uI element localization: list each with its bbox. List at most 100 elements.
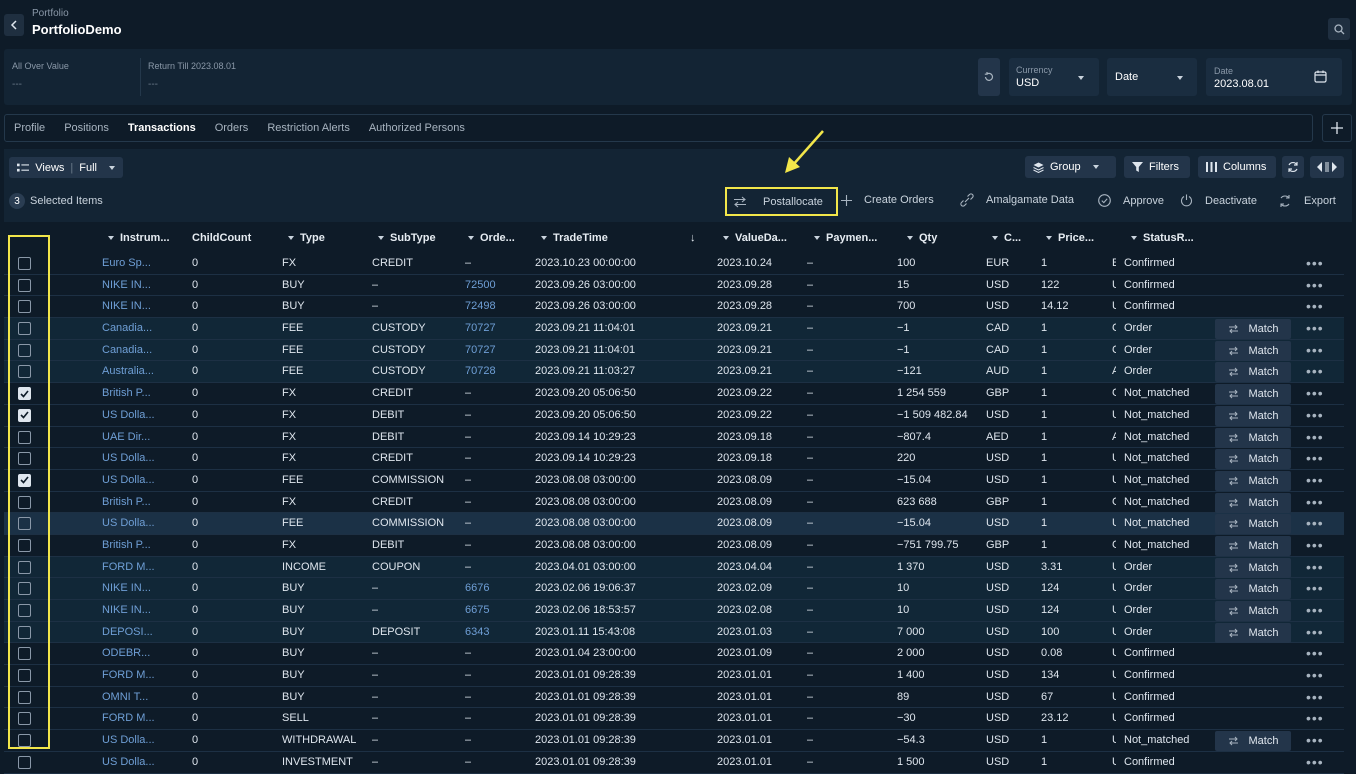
instrument-cell[interactable]: US Dolla... xyxy=(102,474,184,486)
row-more-icon[interactable]: ••• xyxy=(1306,515,1324,531)
table-row[interactable]: Euro Sp... 0 FX CREDIT – 2023.10.23 00:00:00 2… xyxy=(4,253,1344,275)
col-type[interactable]: Type xyxy=(288,232,325,244)
add-tab-button[interactable] xyxy=(1322,114,1352,142)
filters-button[interactable]: Filters xyxy=(1124,156,1190,178)
match-button[interactable]: Match xyxy=(1215,601,1291,621)
row-more-icon[interactable]: ••• xyxy=(1306,732,1324,748)
row-more-icon[interactable]: ••• xyxy=(1306,559,1324,575)
instrument-cell[interactable]: British P... xyxy=(102,387,184,399)
match-button[interactable]: Match xyxy=(1215,579,1291,600)
instrument-cell[interactable]: NIKE IN... xyxy=(102,604,184,616)
order-cell[interactable]: 70727 xyxy=(465,344,496,356)
instrument-cell[interactable]: FORD M... xyxy=(102,712,184,724)
col-status[interactable]: StatusR... xyxy=(1131,232,1194,244)
match-button[interactable]: Match xyxy=(1215,557,1291,578)
deactivate-button[interactable]: Deactivate xyxy=(1180,194,1257,207)
row-more-icon[interactable]: ••• xyxy=(1306,494,1324,510)
instrument-cell[interactable]: Australia... xyxy=(102,365,184,377)
row-more-icon[interactable]: ••• xyxy=(1306,645,1324,661)
table-row[interactable]: US Dolla... 0 FX DEBIT – 2023.09.20 05:06:50 2… xyxy=(4,405,1344,427)
match-button[interactable]: Match xyxy=(1215,449,1291,470)
row-checkbox[interactable] xyxy=(18,755,31,769)
col-currency[interactable]: C... xyxy=(992,232,1021,244)
postallocate-button[interactable]: Postallocate xyxy=(725,187,838,216)
match-button[interactable]: Match xyxy=(1215,427,1291,448)
row-more-icon[interactable]: ••• xyxy=(1306,624,1324,640)
row-more-icon[interactable]: ••• xyxy=(1306,710,1324,726)
instrument-cell[interactable]: DEPOSI... xyxy=(102,626,184,638)
breadcrumb[interactable]: Portfolio xyxy=(32,8,69,19)
instrument-cell[interactable]: British P... xyxy=(102,496,184,508)
create-orders-button[interactable]: Create Orders xyxy=(841,194,934,206)
match-button[interactable]: Match xyxy=(1215,731,1291,752)
row-more-icon[interactable]: ••• xyxy=(1306,255,1324,271)
instrument-cell[interactable]: NIKE IN... xyxy=(102,279,184,291)
instrument-cell[interactable]: NIKE IN... xyxy=(102,300,184,312)
order-cell[interactable]: 70728 xyxy=(465,365,496,377)
instrument-cell[interactable]: US Dolla... xyxy=(102,409,184,421)
col-tradetime[interactable]: TradeTime xyxy=(541,232,608,244)
row-more-icon[interactable]: ••• xyxy=(1306,689,1324,705)
instrument-cell[interactable]: US Dolla... xyxy=(102,734,184,746)
col-qty[interactable]: Qty xyxy=(907,232,937,244)
row-more-icon[interactable]: ••• xyxy=(1306,537,1324,553)
instrument-cell[interactable]: OMNI T... xyxy=(102,691,184,703)
col-order[interactable]: Orde... xyxy=(468,232,515,244)
tab-restriction-alerts[interactable]: Restriction Alerts xyxy=(267,122,350,134)
table-row[interactable]: British P... 0 FX CREDIT – 2023.08.08 03:00:0… xyxy=(4,492,1344,514)
instrument-cell[interactable]: US Dolla... xyxy=(102,517,184,529)
table-row[interactable]: NIKE IN... 0 BUY – 6676 2023.02.06 19:06:37 20… xyxy=(4,578,1344,600)
col-childcount[interactable]: ChildCount xyxy=(192,232,251,244)
col-payment[interactable]: Paymen... xyxy=(814,232,877,244)
search-button[interactable] xyxy=(1328,18,1350,40)
table-row[interactable]: Canadia... 0 FEE CUSTODY 70727 2023.09.21 11:… xyxy=(4,339,1344,362)
row-more-icon[interactable]: ••• xyxy=(1306,277,1324,293)
date-type-select[interactable]: Date xyxy=(1107,58,1197,96)
instrument-cell[interactable]: Euro Sp... xyxy=(102,257,184,269)
row-more-icon[interactable]: ••• xyxy=(1306,363,1324,379)
row-more-icon[interactable]: ••• xyxy=(1306,754,1324,770)
instrument-cell[interactable]: FORD M... xyxy=(102,669,184,681)
match-button[interactable]: Match xyxy=(1215,535,1291,556)
table-row[interactable]: US Dolla... 0 FEE COMMISSION – 2023.08.08 03:… xyxy=(4,470,1344,492)
toggle-panel-button[interactable] xyxy=(1310,156,1344,178)
match-button[interactable]: Match xyxy=(1215,340,1291,361)
row-more-icon[interactable]: ••• xyxy=(1306,320,1324,336)
table-row[interactable]: ODEBR... 0 BUY – – 2023.01.04 23:00:00 2023.01… xyxy=(4,643,1344,666)
match-button[interactable]: Match xyxy=(1215,514,1291,535)
table-row[interactable]: Canadia... 0 FEE CUSTODY 70727 2023.09.21 11:… xyxy=(4,318,1344,340)
table-row[interactable]: British P... 0 FX CREDIT – 2023.09.20 05:06:5… xyxy=(4,383,1344,405)
instrument-cell[interactable]: US Dolla... xyxy=(102,452,184,464)
table-row[interactable]: NIKE IN... 0 BUY – 72500 2023.09.26 03:00:00 2… xyxy=(4,275,1344,297)
col-valuedate[interactable]: ValueDa... xyxy=(723,232,787,244)
table-row[interactable]: FORD M... 0 SELL – – 2023.01.01 09:28:39 2023.… xyxy=(4,708,1344,731)
row-more-icon[interactable]: ••• xyxy=(1306,385,1324,401)
order-cell[interactable]: 70727 xyxy=(465,322,496,334)
currency-select[interactable]: Currency USD xyxy=(1009,58,1099,96)
table-row[interactable]: OMNI T... 0 BUY – – 2023.01.01 09:28:39 2023.0… xyxy=(4,687,1344,709)
instrument-cell[interactable]: US Dolla... xyxy=(102,756,184,768)
columns-button[interactable]: Columns xyxy=(1198,156,1276,178)
table-row[interactable]: British P... 0 FX DEBIT – 2023.08.08 03:00:00… xyxy=(4,535,1344,557)
instrument-cell[interactable]: Canadia... xyxy=(102,322,184,334)
match-button[interactable]: Match xyxy=(1215,470,1291,491)
match-button[interactable]: Match xyxy=(1215,622,1291,643)
instrument-cell[interactable]: UAE Dir... xyxy=(102,431,184,443)
match-button[interactable]: Match xyxy=(1215,405,1291,426)
table-row[interactable]: Australia... 0 FEE CUSTODY 70728 2023.09.21 1… xyxy=(4,361,1344,384)
amalgamate-data-button[interactable]: Amalgamate Data xyxy=(960,193,1074,207)
table-row[interactable]: FORD M... 0 INCOME COUPON – 2023.04.01 03:00:… xyxy=(4,556,1344,579)
row-more-icon[interactable]: ••• xyxy=(1306,602,1324,618)
col-subtype[interactable]: SubType xyxy=(378,232,436,244)
date-picker[interactable]: Date 2023.08.01 xyxy=(1206,58,1342,96)
match-button[interactable]: Match xyxy=(1215,319,1291,340)
tab-transactions[interactable]: Transactions xyxy=(128,122,196,134)
export-button[interactable]: Export xyxy=(1278,194,1336,208)
table-row[interactable]: US Dolla... 0 FEE COMMISSION – 2023.08.08 03:… xyxy=(4,513,1344,535)
order-cell[interactable]: 72500 xyxy=(465,279,496,291)
instrument-cell[interactable]: FORD M... xyxy=(102,561,184,573)
order-cell[interactable]: 6343 xyxy=(465,626,489,638)
tab-positions[interactable]: Positions xyxy=(64,122,109,134)
table-row[interactable]: FORD M... 0 BUY – – 2023.01.01 09:28:39 2023.0… xyxy=(4,665,1344,687)
row-more-icon[interactable]: ••• xyxy=(1306,472,1324,488)
